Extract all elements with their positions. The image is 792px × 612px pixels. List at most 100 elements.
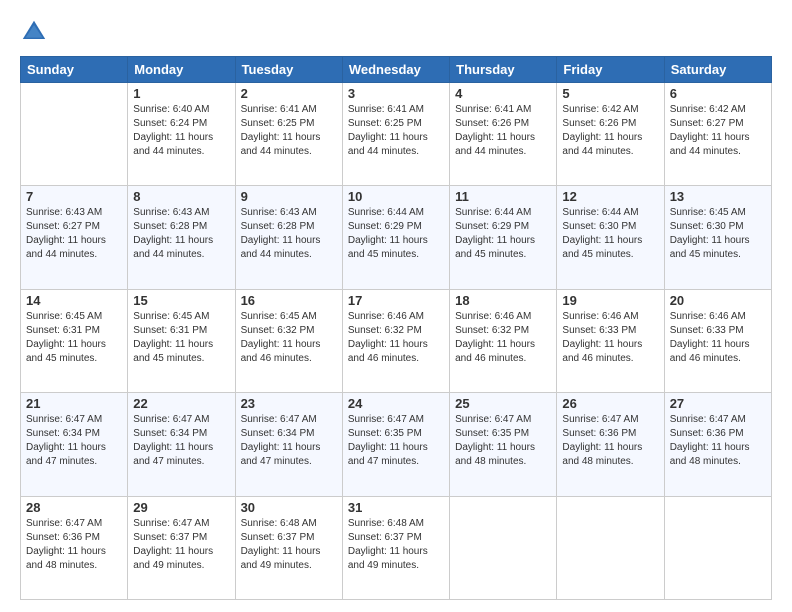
day-number: 24 bbox=[348, 396, 444, 411]
cell-info: Sunrise: 6:42 AMSunset: 6:26 PMDaylight:… bbox=[562, 103, 658, 159]
calendar-cell: 18 Sunrise: 6:46 AMSunset: 6:32 PMDayligh… bbox=[450, 289, 557, 392]
calendar-cell bbox=[450, 496, 557, 599]
day-number: 17 bbox=[348, 293, 444, 308]
calendar-cell: 25 Sunrise: 6:47 AMSunset: 6:35 PMDayligh… bbox=[450, 393, 557, 496]
calendar-cell: 23 Sunrise: 6:47 AMSunset: 6:34 PMDayligh… bbox=[235, 393, 342, 496]
cell-info: Sunrise: 6:47 AMSunset: 6:36 PMDaylight:… bbox=[26, 517, 122, 573]
calendar-cell: 27 Sunrise: 6:47 AMSunset: 6:36 PMDayligh… bbox=[664, 393, 771, 496]
cell-info: Sunrise: 6:47 AMSunset: 6:36 PMDaylight:… bbox=[670, 413, 766, 469]
calendar-cell: 26 Sunrise: 6:47 AMSunset: 6:36 PMDayligh… bbox=[557, 393, 664, 496]
calendar-cell: 20 Sunrise: 6:46 AMSunset: 6:33 PMDayligh… bbox=[664, 289, 771, 392]
cell-info: Sunrise: 6:47 AMSunset: 6:35 PMDaylight:… bbox=[348, 413, 444, 469]
day-number: 1 bbox=[133, 86, 229, 101]
calendar-cell bbox=[664, 496, 771, 599]
calendar-week-row: 28 Sunrise: 6:47 AMSunset: 6:36 PMDayligh… bbox=[21, 496, 772, 599]
calendar-cell bbox=[21, 83, 128, 186]
cell-info: Sunrise: 6:47 AMSunset: 6:37 PMDaylight:… bbox=[133, 517, 229, 573]
day-number: 5 bbox=[562, 86, 658, 101]
calendar-cell: 13 Sunrise: 6:45 AMSunset: 6:30 PMDayligh… bbox=[664, 186, 771, 289]
calendar-cell: 12 Sunrise: 6:44 AMSunset: 6:30 PMDayligh… bbox=[557, 186, 664, 289]
calendar-cell bbox=[557, 496, 664, 599]
weekday-header-row: SundayMondayTuesdayWednesdayThursdayFrid… bbox=[21, 57, 772, 83]
day-number: 11 bbox=[455, 189, 551, 204]
cell-info: Sunrise: 6:41 AMSunset: 6:25 PMDaylight:… bbox=[241, 103, 337, 159]
calendar-cell: 10 Sunrise: 6:44 AMSunset: 6:29 PMDayligh… bbox=[342, 186, 449, 289]
cell-info: Sunrise: 6:48 AMSunset: 6:37 PMDaylight:… bbox=[348, 517, 444, 573]
calendar-cell: 24 Sunrise: 6:47 AMSunset: 6:35 PMDayligh… bbox=[342, 393, 449, 496]
weekday-header: Sunday bbox=[21, 57, 128, 83]
calendar-cell: 14Sunrise: 6:45 AMSunset: 6:31 PMDayligh… bbox=[21, 289, 128, 392]
calendar-cell: 9 Sunrise: 6:43 AMSunset: 6:28 PMDaylight… bbox=[235, 186, 342, 289]
day-number: 21 bbox=[26, 396, 122, 411]
cell-info: Sunrise: 6:47 AMSunset: 6:34 PMDaylight:… bbox=[241, 413, 337, 469]
day-number: 13 bbox=[670, 189, 766, 204]
calendar-cell: 29 Sunrise: 6:47 AMSunset: 6:37 PMDayligh… bbox=[128, 496, 235, 599]
logo-icon bbox=[20, 18, 48, 46]
calendar-cell: 19 Sunrise: 6:46 AMSunset: 6:33 PMDayligh… bbox=[557, 289, 664, 392]
calendar-cell: 3 Sunrise: 6:41 AMSunset: 6:25 PMDaylight… bbox=[342, 83, 449, 186]
weekday-header: Friday bbox=[557, 57, 664, 83]
day-number: 23 bbox=[241, 396, 337, 411]
cell-info: Sunrise: 6:46 AMSunset: 6:32 PMDaylight:… bbox=[455, 310, 551, 366]
calendar-cell: 5 Sunrise: 6:42 AMSunset: 6:26 PMDaylight… bbox=[557, 83, 664, 186]
cell-info: Sunrise: 6:47 AMSunset: 6:34 PMDaylight:… bbox=[133, 413, 229, 469]
day-number: 6 bbox=[670, 86, 766, 101]
cell-info: Sunrise: 6:46 AMSunset: 6:32 PMDaylight:… bbox=[348, 310, 444, 366]
day-number: 10 bbox=[348, 189, 444, 204]
day-number: 19 bbox=[562, 293, 658, 308]
day-number: 3 bbox=[348, 86, 444, 101]
calendar-cell: 28 Sunrise: 6:47 AMSunset: 6:36 PMDayligh… bbox=[21, 496, 128, 599]
day-number: 29 bbox=[133, 500, 229, 515]
day-number: 4 bbox=[455, 86, 551, 101]
calendar-cell: 6 Sunrise: 6:42 AMSunset: 6:27 PMDaylight… bbox=[664, 83, 771, 186]
cell-info: Sunrise: 6:43 AMSunset: 6:28 PMDaylight:… bbox=[133, 206, 229, 262]
cell-info: Sunrise: 6:45 AMSunset: 6:31 PMDaylight:… bbox=[133, 310, 229, 366]
calendar-cell: 31 Sunrise: 6:48 AMSunset: 6:37 PMDayligh… bbox=[342, 496, 449, 599]
calendar-cell: 17 Sunrise: 6:46 AMSunset: 6:32 PMDayligh… bbox=[342, 289, 449, 392]
cell-info: Sunrise: 6:44 AMSunset: 6:30 PMDaylight:… bbox=[562, 206, 658, 262]
calendar-week-row: 1Sunrise: 6:40 AMSunset: 6:24 PMDaylight… bbox=[21, 83, 772, 186]
weekday-header: Saturday bbox=[664, 57, 771, 83]
cell-info: Sunrise: 6:41 AMSunset: 6:26 PMDaylight:… bbox=[455, 103, 551, 159]
cell-info: Sunrise: 6:44 AMSunset: 6:29 PMDaylight:… bbox=[348, 206, 444, 262]
day-number: 12 bbox=[562, 189, 658, 204]
cell-info: Sunrise: 6:45 AMSunset: 6:32 PMDaylight:… bbox=[241, 310, 337, 366]
day-number: 26 bbox=[562, 396, 658, 411]
logo bbox=[20, 18, 52, 46]
day-number: 18 bbox=[455, 293, 551, 308]
cell-info: Sunrise: 6:46 AMSunset: 6:33 PMDaylight:… bbox=[670, 310, 766, 366]
calendar-cell: 8Sunrise: 6:43 AMSunset: 6:28 PMDaylight… bbox=[128, 186, 235, 289]
calendar-table: SundayMondayTuesdayWednesdayThursdayFrid… bbox=[20, 56, 772, 600]
cell-info: Sunrise: 6:45 AMSunset: 6:31 PMDaylight:… bbox=[26, 310, 122, 366]
cell-info: Sunrise: 6:47 AMSunset: 6:36 PMDaylight:… bbox=[562, 413, 658, 469]
day-number: 25 bbox=[455, 396, 551, 411]
calendar-cell: 1Sunrise: 6:40 AMSunset: 6:24 PMDaylight… bbox=[128, 83, 235, 186]
cell-info: Sunrise: 6:42 AMSunset: 6:27 PMDaylight:… bbox=[670, 103, 766, 159]
cell-info: Sunrise: 6:43 AMSunset: 6:27 PMDaylight:… bbox=[26, 206, 122, 262]
cell-info: Sunrise: 6:46 AMSunset: 6:33 PMDaylight:… bbox=[562, 310, 658, 366]
day-number: 22 bbox=[133, 396, 229, 411]
calendar-cell: 2 Sunrise: 6:41 AMSunset: 6:25 PMDaylight… bbox=[235, 83, 342, 186]
cell-info: Sunrise: 6:45 AMSunset: 6:30 PMDaylight:… bbox=[670, 206, 766, 262]
day-number: 20 bbox=[670, 293, 766, 308]
calendar-cell: 7 Sunrise: 6:43 AMSunset: 6:27 PMDaylight… bbox=[21, 186, 128, 289]
day-number: 31 bbox=[348, 500, 444, 515]
day-number: 28 bbox=[26, 500, 122, 515]
calendar-cell: 16 Sunrise: 6:45 AMSunset: 6:32 PMDayligh… bbox=[235, 289, 342, 392]
day-number: 27 bbox=[670, 396, 766, 411]
cell-info: Sunrise: 6:47 AMSunset: 6:35 PMDaylight:… bbox=[455, 413, 551, 469]
calendar-cell: 15Sunrise: 6:45 AMSunset: 6:31 PMDayligh… bbox=[128, 289, 235, 392]
day-number: 7 bbox=[26, 189, 122, 204]
calendar-cell: 30Sunrise: 6:48 AMSunset: 6:37 PMDayligh… bbox=[235, 496, 342, 599]
weekday-header: Monday bbox=[128, 57, 235, 83]
cell-info: Sunrise: 6:48 AMSunset: 6:37 PMDaylight:… bbox=[241, 517, 337, 573]
cell-info: Sunrise: 6:43 AMSunset: 6:28 PMDaylight:… bbox=[241, 206, 337, 262]
cell-info: Sunrise: 6:44 AMSunset: 6:29 PMDaylight:… bbox=[455, 206, 551, 262]
cell-info: Sunrise: 6:41 AMSunset: 6:25 PMDaylight:… bbox=[348, 103, 444, 159]
calendar-cell: 22 Sunrise: 6:47 AMSunset: 6:34 PMDayligh… bbox=[128, 393, 235, 496]
day-number: 16 bbox=[241, 293, 337, 308]
day-number: 2 bbox=[241, 86, 337, 101]
day-number: 9 bbox=[241, 189, 337, 204]
calendar-cell: 11 Sunrise: 6:44 AMSunset: 6:29 PMDayligh… bbox=[450, 186, 557, 289]
calendar-cell: 21Sunrise: 6:47 AMSunset: 6:34 PMDayligh… bbox=[21, 393, 128, 496]
